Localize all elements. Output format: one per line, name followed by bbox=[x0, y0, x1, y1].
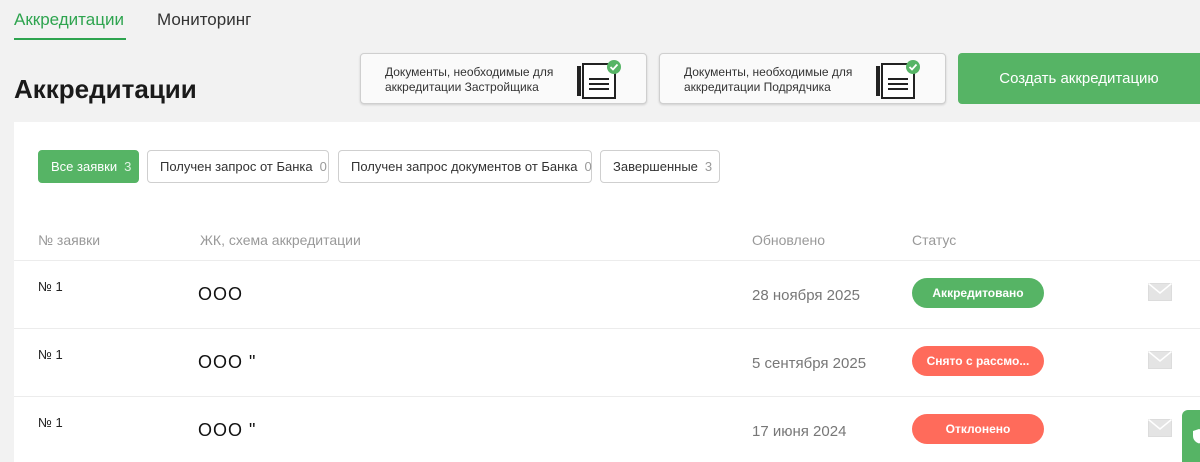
accreditations-panel: Все заявки 3 Получен запрос от Банка 0 П… bbox=[14, 122, 1200, 462]
updated-date: 5 сентября 2025 bbox=[752, 355, 867, 372]
complex-name: ООО " bbox=[198, 352, 257, 372]
filter-all[interactable]: Все заявки 3 bbox=[38, 150, 139, 183]
filter-bank-request[interactable]: Получен запрос от Банка 0 bbox=[147, 150, 329, 183]
filter-completed-label: Завершенные bbox=[613, 159, 698, 174]
document-check-icon bbox=[577, 60, 621, 99]
updated-date: 17 июня 2024 bbox=[752, 423, 847, 440]
column-header-status: Статус bbox=[912, 232, 957, 248]
filter-bank-docs-request[interactable]: Получен запрос документов от Банка 0 bbox=[338, 150, 592, 183]
table-row[interactable]: № 1 ООО " 17 июня 2024 Отклонено bbox=[14, 396, 1200, 462]
shield-icon bbox=[1193, 429, 1200, 444]
filter-all-label: Все заявки bbox=[51, 159, 118, 174]
application-number: № 1 bbox=[38, 415, 63, 430]
filter-bank-docs-request-count: 0 bbox=[584, 159, 592, 174]
status-badge: Аккредитовано bbox=[912, 278, 1044, 308]
application-number: № 1 bbox=[38, 347, 63, 362]
table-row[interactable]: № 1 ООО 28 ноября 2025 Аккредитовано bbox=[14, 260, 1200, 328]
filter-bank-request-label: Получен запрос от Банка bbox=[160, 159, 313, 174]
contractor-docs-text: Документы, необходимые для аккредитации … bbox=[684, 65, 853, 94]
updated-date: 28 ноября 2025 bbox=[752, 287, 861, 304]
filter-completed[interactable]: Завершенные 3 bbox=[600, 150, 720, 183]
status-badge: Снято с рассмо... bbox=[912, 346, 1044, 376]
column-header-complex: ЖК, схема аккредитации bbox=[200, 232, 361, 248]
mail-icon[interactable] bbox=[1148, 283, 1172, 301]
developer-docs-text: Документы, необходимые для аккредитации … bbox=[385, 65, 554, 94]
create-accreditation-button[interactable]: Создать аккредитацию bbox=[958, 53, 1200, 104]
column-header-updated: Обновлено bbox=[752, 232, 826, 248]
document-check-icon bbox=[876, 60, 920, 99]
column-header-number: № заявки bbox=[38, 232, 101, 248]
tab-accreditations[interactable]: Аккредитации bbox=[14, 10, 126, 40]
complex-name: ООО " bbox=[198, 420, 257, 440]
mail-icon[interactable] bbox=[1148, 419, 1172, 437]
contractor-docs-card[interactable]: Документы, необходимые для аккредитации … bbox=[659, 53, 946, 104]
status-badge: Отклонено bbox=[912, 414, 1044, 444]
mail-icon[interactable] bbox=[1148, 351, 1172, 369]
page-title: Аккредитации bbox=[14, 74, 197, 104]
table-row[interactable]: № 1 ООО " 5 сентября 2025 Снято с рассмо… bbox=[14, 328, 1200, 396]
complex-name: ООО bbox=[198, 284, 244, 304]
tab-monitoring[interactable]: Мониторинг bbox=[157, 10, 251, 30]
application-number: № 1 bbox=[38, 279, 63, 294]
top-tabs: Аккредитации Мониторинг bbox=[0, 0, 1200, 42]
filter-completed-count: 3 bbox=[704, 159, 713, 174]
developer-docs-card[interactable]: Документы, необходимые для аккредитации … bbox=[360, 53, 647, 104]
filter-all-count: 3 bbox=[124, 159, 132, 174]
filter-bank-docs-request-label: Получен запрос документов от Банка bbox=[351, 159, 578, 174]
support-widget[interactable] bbox=[1182, 410, 1200, 462]
filter-bank-request-count: 0 bbox=[319, 159, 327, 174]
